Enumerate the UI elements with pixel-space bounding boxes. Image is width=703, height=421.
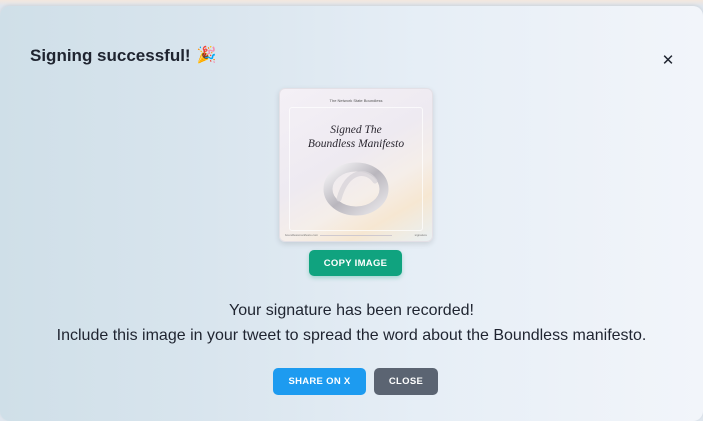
- party-popper-icon: 🎉: [196, 47, 217, 64]
- boundless-ring-icon: [323, 162, 389, 216]
- dialog-title-text: Signing successful!: [30, 46, 191, 65]
- card-footer-divider: [320, 235, 392, 236]
- close-button[interactable]: CLOSE: [374, 368, 438, 395]
- close-icon[interactable]: ✕: [658, 50, 678, 70]
- card-header: The Network State Boundless: [329, 98, 383, 103]
- signature-recorded-message: Your signature has been recorded!: [229, 302, 474, 319]
- card-footer-left: boundlessmanifesto.com: [285, 233, 319, 237]
- card-title-line2: Boundless Manifesto: [307, 138, 405, 150]
- signature-image-card: The Network State Boundless Signed The B…: [279, 88, 433, 242]
- dialog-title: Signing successful! 🎉: [30, 46, 217, 66]
- copy-image-button[interactable]: COPY IMAGE: [309, 250, 402, 276]
- card-title: Signed The Boundless Manifesto: [280, 123, 432, 151]
- tweet-instruction-message: Include this image in your tweet to spre…: [56, 327, 647, 344]
- card-title-line1: Signed The: [330, 124, 382, 136]
- share-on-x-button[interactable]: SHARE ON X: [273, 368, 366, 395]
- card-footer-right: signature: [414, 233, 427, 237]
